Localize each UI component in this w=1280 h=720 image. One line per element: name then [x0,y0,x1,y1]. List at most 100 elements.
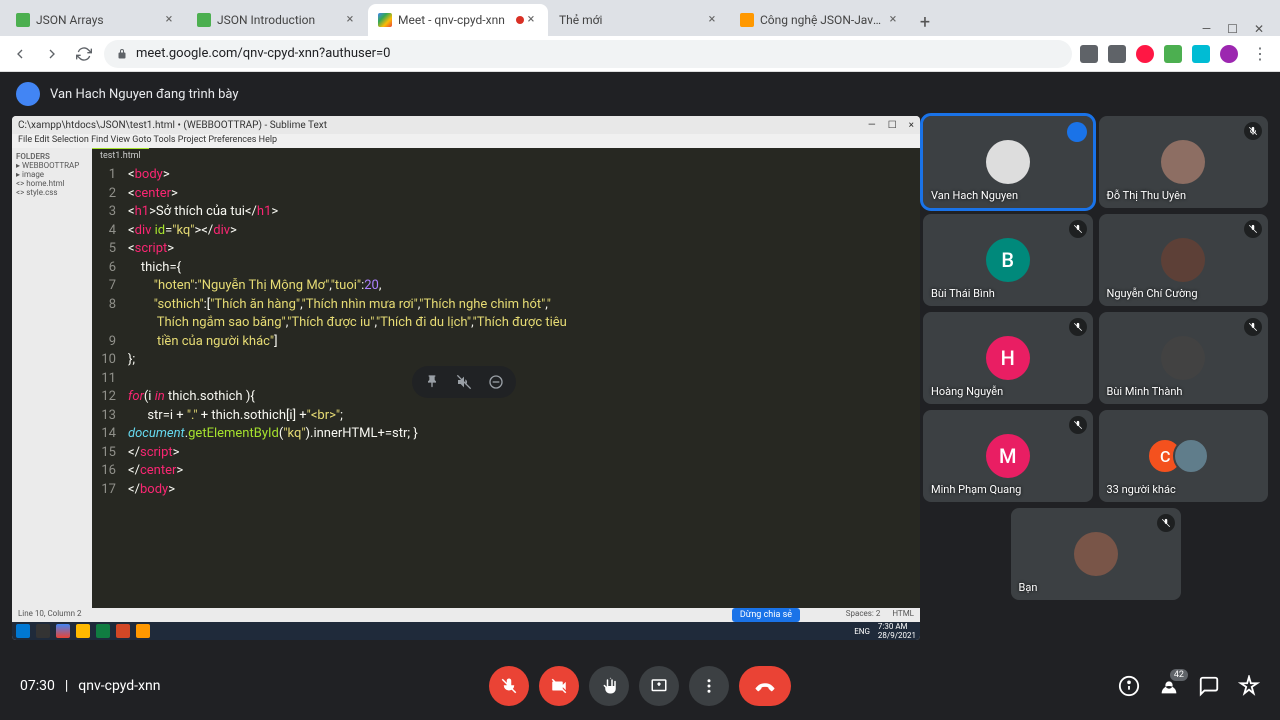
windows-taskbar: ENG 7:30 AM28/9/2021 [12,622,920,640]
pin-icon[interactable] [422,372,442,392]
muted-icon [1244,122,1262,140]
clock-date: 28/9/2021 [878,631,916,640]
favicon-icon [197,13,211,27]
muted-icon [1157,514,1175,532]
address-bar: meet.google.com/qnv-cpyd-xnn?authuser=0 … [0,36,1280,72]
camera-button[interactable] [539,666,579,706]
reload-button[interactable] [72,42,96,66]
shared-screen: C:\xampp\htdocs\JSON\test1.html • (WEBBO… [12,116,920,640]
mic-button[interactable] [489,666,529,706]
powerpoint-icon [116,624,130,638]
avatar [1173,438,1209,474]
more-options-button[interactable] [689,666,729,706]
browser-tab-active[interactable]: Meet - qnv-cpyd-xnn × [368,4,548,36]
participant-tile[interactable]: Van Hach Nguyen [923,116,1093,208]
tab-close-icon[interactable]: × [886,13,900,27]
sublime-icon [136,624,150,638]
minimize-icon: — [868,120,876,131]
camera-ext-icon[interactable] [1080,45,1098,63]
close-window-icon[interactable]: ✕ [1254,22,1264,36]
explorer-icon [76,624,90,638]
tab-close-icon[interactable]: × [705,13,719,27]
browser-menu-button[interactable]: ⋮ [1248,42,1272,66]
tab-close-icon[interactable]: × [343,13,357,27]
close-icon: × [909,120,914,131]
participant-name: Hoàng Nguyễn [931,385,1003,398]
participant-tile[interactable]: Nguyễn Chí Cường [1099,214,1269,306]
participant-name: Van Hach Nguyen [931,189,1018,202]
meet-bottom-bar: 07:30 | qnv-cpyd-xnn 42 [0,652,1280,720]
avatar [1161,238,1205,282]
lock-icon [116,48,128,60]
self-tile[interactable]: Bạn [1011,508,1181,600]
floating-controls[interactable] [412,366,516,398]
share-ext-icon[interactable] [1108,45,1126,63]
participant-tile[interactable]: M Minh Phạm Quang [923,410,1093,502]
maximize-icon[interactable]: ☐ [1227,22,1238,36]
maximize-icon: ☐ [888,120,897,131]
remove-icon[interactable] [486,372,506,392]
recording-indicator-icon [516,16,524,24]
new-tab-button[interactable]: + [911,8,939,36]
chat-button[interactable] [1198,675,1220,697]
sublime-title-text: C:\xampp\htdocs\JSON\test1.html • (WEBBO… [18,120,327,131]
browser-tab[interactable]: JSON Introduction × [187,4,367,36]
ext-icon[interactable] [1192,45,1210,63]
browser-tab[interactable]: JSON Arrays × [6,4,186,36]
tab-title: Thẻ mới [559,13,705,27]
line-gutter: 1234567891011121314151617 [92,148,122,612]
back-button[interactable] [8,42,32,66]
participant-tile[interactable]: B Bùi Thái Bình [923,214,1093,306]
folders-header: FOLDERS [16,152,88,161]
people-button[interactable]: 42 [1158,675,1180,697]
tab-title: Công nghệ JSON-Javacript [760,13,886,27]
info-button[interactable] [1118,675,1140,697]
self-avatar [1074,532,1118,576]
profile-avatar-icon[interactable] [1220,45,1238,63]
browser-tab[interactable]: Thẻ mới × [549,4,729,36]
activities-button[interactable] [1238,675,1260,697]
participant-tile[interactable]: Đỗ Thị Thu Uyên [1099,116,1269,208]
avatar [1161,336,1205,380]
muted-icon [1069,416,1087,434]
extension-icons: ⋮ [1080,42,1272,66]
chrome-icon [56,624,70,638]
browser-tab[interactable]: Công nghệ JSON-Javacript × [730,4,910,36]
forward-button[interactable] [40,42,64,66]
separator: | [65,678,68,694]
presenting-text: Van Hach Nguyen đang trình bày [50,87,239,102]
meeting-info: 07:30 | qnv-cpyd-xnn [20,678,160,694]
present-button[interactable] [639,666,679,706]
browser-tab-strip: JSON Arrays × JSON Introduction × Meet -… [0,0,1280,36]
syntax-info: HTML [892,609,914,621]
participant-tile[interactable]: H Hoàng Nguyễn [923,312,1093,404]
muted-icon [1069,220,1087,238]
url-input[interactable]: meet.google.com/qnv-cpyd-xnn?authuser=0 [104,40,1072,68]
meeting-code: qnv-cpyd-xnn [78,678,160,694]
tab-close-icon[interactable]: × [162,13,176,27]
mute-audio-icon[interactable] [454,372,474,392]
code-content: <body> <center> <h1>Sở thích của tui</h1… [122,148,920,612]
raise-hand-button[interactable] [589,666,629,706]
participant-count-badge: 42 [1170,669,1188,681]
avatar: H [986,336,1030,380]
url-text: meet.google.com/qnv-cpyd-xnn?authuser=0 [136,46,390,61]
meet-favicon-icon [378,13,392,27]
participant-name: Đỗ Thị Thu Uyên [1107,189,1187,202]
clock-time: 7:30 AM [878,622,908,631]
avatar: M [986,434,1030,478]
minimize-icon[interactable]: — [1202,22,1211,36]
participant-name: Nguyễn Chí Cường [1107,287,1198,300]
opera-ext-icon[interactable] [1136,45,1154,63]
folder-item: ▸ WEBBOOTTRAP [16,161,88,170]
avatar [986,140,1030,184]
overflow-count: 33 người khác [1107,483,1176,496]
participant-tile[interactable]: Bùi Minh Thành [1099,312,1269,404]
folder-item: ▸ image [16,170,88,179]
tab-close-icon[interactable]: × [524,13,538,27]
presentation-area: C:\xampp\htdocs\JSON\test1.html • (WEBBO… [12,116,920,640]
hangup-button[interactable] [739,666,791,706]
favicon-icon [16,13,30,27]
ext-icon[interactable] [1164,45,1182,63]
participant-tile-overflow[interactable]: C 33 người khác [1099,410,1269,502]
